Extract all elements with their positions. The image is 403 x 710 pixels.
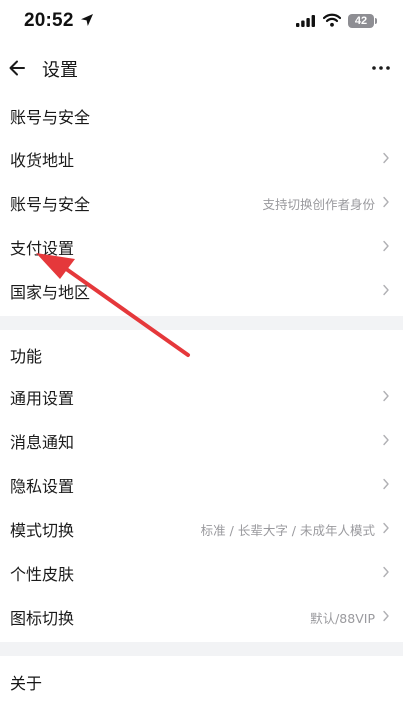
row-account-security[interactable]: 账号与安全 支持切换创作者身份: [0, 180, 403, 224]
chevron-right-icon: [383, 284, 389, 296]
more-button[interactable]: [367, 54, 395, 82]
row-shipping-address[interactable]: 收货地址: [0, 136, 403, 180]
row-notifications[interactable]: 消息通知: [0, 418, 403, 462]
row-label: 模式切换: [10, 521, 75, 540]
row-value: 默认/88VIP: [310, 611, 375, 626]
settings-screen: 20:52 42 设置 账号与安全 收货地址 账号与安全 支持切换创作者身份 支…: [0, 0, 403, 710]
status-time: 20:52: [24, 10, 74, 31]
arrow-left-icon: [9, 60, 25, 76]
battery-indicator: 42: [348, 14, 374, 28]
ellipsis-icon: [372, 66, 390, 70]
chevron-right-icon: [383, 610, 389, 622]
row-label: 消息通知: [10, 433, 75, 452]
row-label: 收货地址: [10, 151, 75, 170]
section-account: 账号与安全 收货地址 账号与安全 支持切换创作者身份 支付设置 国家与地区: [0, 92, 403, 316]
section-about: 关于: [0, 656, 403, 710]
row-icon-switch[interactable]: 图标切换 默认/88VIP: [0, 594, 403, 638]
row-label: 国家与地区: [10, 283, 91, 302]
back-button[interactable]: [6, 54, 30, 82]
battery-tip: [375, 18, 377, 24]
chevron-right-icon: [383, 566, 389, 578]
chevron-right-icon: [383, 152, 389, 164]
status-bar: 20:52 42: [0, 0, 403, 44]
row-label: 账号与安全: [10, 195, 91, 214]
chevron-right-icon: [383, 390, 389, 402]
chevron-right-icon: [383, 522, 389, 534]
row-value: 标准 / 长辈大字 / 未成年人模式: [200, 523, 375, 538]
row-payment-settings[interactable]: 支付设置: [0, 224, 403, 268]
location-icon: [81, 14, 93, 26]
row-label: 通用设置: [10, 389, 75, 408]
row-mode-switch[interactable]: 模式切换 标准 / 长辈大字 / 未成年人模式: [0, 506, 403, 550]
section-features: 功能 通用设置 消息通知 隐私设置 模式切换 标准 / 长辈大字 / 未成年人模…: [0, 330, 403, 642]
row-label: 隐私设置: [10, 477, 75, 496]
wifi-icon: [323, 13, 341, 27]
chevron-right-icon: [383, 434, 389, 446]
section-header-about: 关于: [10, 674, 43, 693]
row-personal-skin[interactable]: 个性皮肤: [0, 550, 403, 594]
row-label: 支付设置: [10, 239, 75, 258]
row-label: 图标切换: [10, 609, 75, 628]
nav-bar: 设置: [0, 44, 403, 92]
page-title: 设置: [42, 60, 78, 81]
section-header-account: 账号与安全: [10, 108, 91, 127]
section-header-features: 功能: [10, 347, 43, 366]
chevron-right-icon: [383, 478, 389, 490]
row-general-settings[interactable]: 通用设置: [0, 374, 403, 418]
row-privacy-settings[interactable]: 隐私设置: [0, 462, 403, 506]
chevron-right-icon: [383, 240, 389, 252]
row-value: 支持切换创作者身份: [262, 197, 375, 212]
row-label: 个性皮肤: [10, 565, 75, 584]
signal-icon: [296, 15, 315, 27]
chevron-right-icon: [383, 196, 389, 208]
row-country-region[interactable]: 国家与地区: [0, 268, 403, 312]
